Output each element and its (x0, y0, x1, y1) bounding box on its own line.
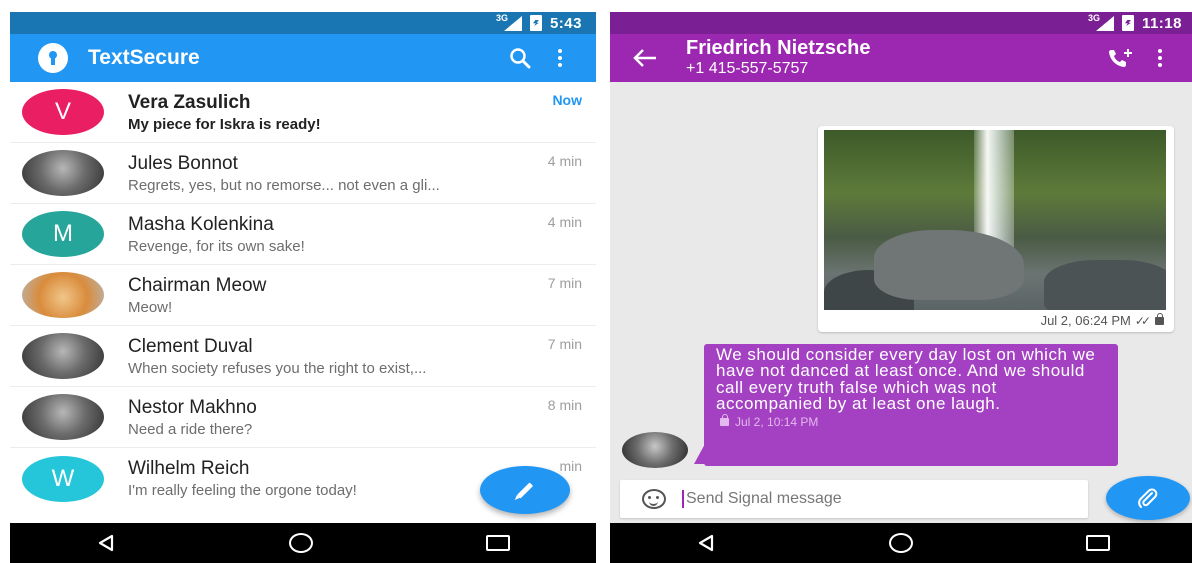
message-input[interactable] (682, 490, 1088, 508)
conversation-text: Masha Kolenkina Revenge, for its own sak… (128, 214, 596, 255)
compose-button[interactable] (480, 466, 570, 514)
more-vert-icon (1158, 49, 1162, 67)
conversation-text: Jules Bonnot Regrets, yes, but no remors… (128, 153, 596, 194)
lock-icon (1155, 312, 1164, 325)
nav-bar (610, 523, 1192, 563)
conversation-text: Vera Zasulich My piece for Iskra is read… (128, 92, 596, 133)
message-snippet: Regrets, yes, but no remorse... not even… (128, 176, 440, 194)
contact-number: +1 415-557-5757 (686, 60, 809, 77)
conversation-row[interactable]: M Masha Kolenkina Revenge, for its own s… (10, 204, 596, 265)
nav-recents-button[interactable] (1085, 535, 1110, 551)
message-meta: Jul 2, 10:14 PM (716, 413, 1106, 429)
avatar (22, 272, 104, 318)
message-composer (620, 480, 1088, 518)
pencil-icon (516, 481, 534, 499)
contact-name: Vera Zasulich (128, 91, 251, 113)
battery-icon (1121, 15, 1134, 31)
avatar[interactable] (622, 432, 688, 468)
search-icon (510, 48, 531, 69)
textsecure-screen: 3G 5:43 TextSecure V Vera Zasulich My pi… (10, 12, 596, 563)
message-snippet: My piece for Iskra is ready! (128, 115, 321, 133)
message-snippet: When society refuses you the right to ex… (128, 359, 427, 377)
contact-name: Chairman Meow (128, 274, 267, 296)
signal-icon: 3G (1088, 13, 1114, 31)
search-button[interactable] (500, 38, 540, 78)
nav-back-button[interactable] (96, 533, 116, 553)
nav-bar (10, 523, 596, 563)
timestamp: 7 min (547, 275, 582, 291)
text-message-bubble[interactable]: We should consider every day lost on whi… (704, 344, 1118, 466)
conversation-row[interactable]: Jules Bonnot Regrets, yes, but no remors… (10, 143, 596, 204)
contact-name: Nestor Makhno (128, 396, 257, 418)
avatar: W (22, 455, 104, 502)
status-bar: 3G 5:43 (10, 12, 596, 34)
nav-home-button[interactable] (288, 533, 313, 553)
app-bar: TextSecure (10, 34, 596, 82)
message-snippet: Meow! (128, 298, 173, 316)
conversation-row[interactable]: Clement Duval When society refuses you t… (10, 326, 596, 387)
conversation-text: Clement Duval When society refuses you t… (128, 336, 596, 377)
phone-icon (1109, 49, 1132, 67)
timestamp: Now (552, 92, 582, 108)
signal-conversation-screen: 3G 11:18 Friedrich Nietzsche +1 415-557-… (610, 12, 1192, 563)
call-button[interactable] (1100, 38, 1140, 78)
lock-icon (720, 413, 729, 426)
timestamp: 8 min (547, 397, 582, 413)
conversation-row[interactable]: Nestor Makhno Need a ride there? 8 min (10, 387, 596, 448)
message-body: We should consider every day lost on whi… (716, 345, 1096, 414)
nav-back-button[interactable] (696, 533, 716, 553)
more-vert-icon (558, 49, 562, 67)
delivered-checks-icon: ✓✓ (1134, 313, 1151, 328)
emoji-button[interactable] (642, 489, 666, 509)
message-timestamp: Jul 2, 06:24 PM (1040, 313, 1131, 328)
message-timestamp: Jul 2, 10:14 PM (735, 414, 819, 429)
timestamp: 4 min (547, 153, 582, 169)
message-meta: Jul 2, 06:24 PM ✓✓ (1040, 312, 1164, 328)
clock: 11:18 (1141, 14, 1182, 32)
avatar (22, 150, 104, 196)
message-snippet: Need a ride there? (128, 420, 253, 438)
contact-header[interactable]: Friedrich Nietzsche +1 415-557-5757 (686, 37, 1100, 79)
app-bar: Friedrich Nietzsche +1 415-557-5757 (610, 34, 1192, 82)
overflow-menu-button[interactable] (1140, 38, 1180, 78)
nav-recents-button[interactable] (485, 535, 510, 551)
nav-home-button[interactable] (888, 533, 913, 553)
contact-name: Jules Bonnot (128, 152, 238, 174)
overflow-menu-button[interactable] (540, 38, 580, 78)
signal-icon: 3G (496, 13, 522, 31)
avatar (22, 333, 104, 379)
image-message-bubble[interactable]: Jul 2, 06:24 PM ✓✓ (818, 126, 1174, 332)
paperclip-icon (1138, 488, 1158, 508)
contact-name: Clement Duval (128, 335, 253, 357)
contact-name: Masha Kolenkina (128, 213, 274, 235)
battery-icon (529, 15, 542, 31)
timestamp: min (559, 458, 582, 474)
avatar: M (22, 211, 104, 257)
status-bar: 3G 11:18 (610, 12, 1192, 34)
conversation-row[interactable]: Chairman Meow Meow! 7 min (10, 265, 596, 326)
arrow-back-icon (633, 49, 656, 67)
avatar (22, 394, 104, 440)
conversation-row[interactable]: V Vera Zasulich My piece for Iskra is re… (10, 82, 596, 143)
waterfall-photo[interactable] (824, 130, 1166, 310)
contact-name: Friedrich Nietzsche (686, 37, 871, 59)
avatar: V (22, 89, 104, 135)
conversation-text: Nestor Makhno Need a ride there? (128, 397, 596, 438)
app-title: TextSecure (88, 46, 200, 69)
conversation-list: V Vera Zasulich My piece for Iskra is re… (10, 82, 596, 509)
conversation-text: Chairman Meow Meow! (128, 275, 596, 316)
message-snippet: Revenge, for its own sake! (128, 237, 305, 255)
attach-button[interactable] (1106, 476, 1190, 520)
timestamp: 4 min (547, 214, 582, 230)
clock: 5:43 (549, 14, 582, 32)
timestamp: 7 min (547, 336, 582, 352)
textsecure-logo-icon (38, 43, 68, 73)
back-button[interactable] (632, 48, 672, 68)
